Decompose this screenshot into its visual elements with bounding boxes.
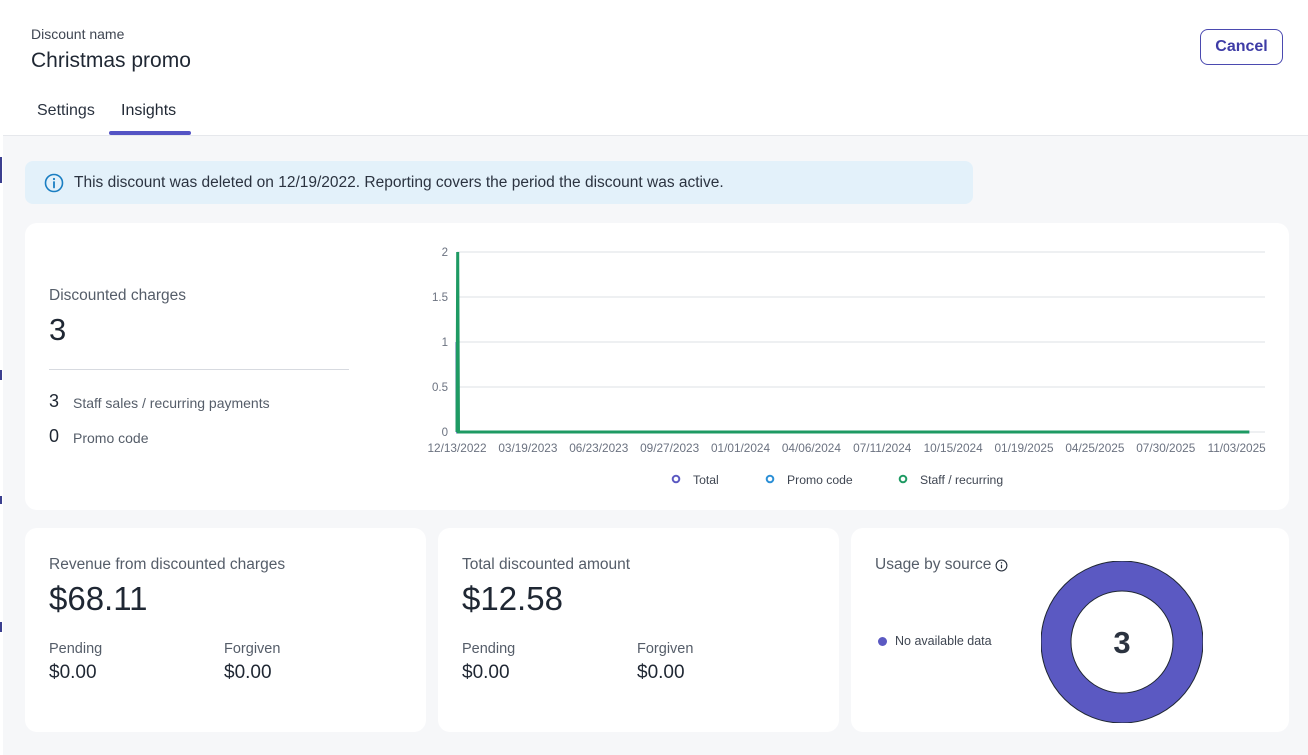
active-tab-indicator [109,131,191,135]
total-pending-label: Pending [462,641,516,657]
charges-over-time-chart: 0 0.5 1 1.5 2 12/13/2022 03/19/2023 06/23/2023 0… [427,247,1267,487]
legend-dot [878,637,887,646]
revenue-forgiven-label: Forgiven [224,641,281,657]
discount-name-label: Discount name [31,26,125,42]
x-tick-label: 04/06/2024 [782,441,841,455]
revenue-forgiven-value: $0.00 [224,662,272,683]
total-discounted-label: Total discounted amount [462,556,631,573]
tab-settings[interactable]: Settings [37,102,95,120]
edge-marker [0,496,2,504]
legend-marker [898,474,908,484]
y-tick-label: 1 [442,337,448,349]
legend-label: Promo code [787,473,853,487]
legend-marker [671,474,681,484]
discount-name: Christmas promo [31,49,191,72]
y-tick-label: 0 [442,427,448,439]
y-tick-label: 2 [442,247,448,259]
x-tick-label: 11/03/2025 [1208,441,1267,455]
y-tick-label: 1.5 [432,292,448,304]
legend-label: Staff / recurring [920,473,1003,487]
x-tick-label: 10/15/2024 [924,441,983,455]
y-tick-label: 0.5 [432,382,448,394]
total-pending-value: $0.00 [462,662,510,683]
total-forgiven-label: Forgiven [637,641,694,657]
donut-center-value: 3 [1113,625,1130,660]
x-tick-label: 07/11/2024 [853,441,912,455]
tab-insights[interactable]: Insights [121,102,176,120]
total-discounted-value: $12.58 [462,580,563,617]
notice-text: This discount was deleted on 12/19/2022.… [74,173,724,191]
revenue-pending-label: Pending [49,641,103,657]
usage-title-text: Usage by source [875,556,992,573]
usage-donut-chart: 3 [1041,561,1203,723]
total-forgiven-value: $0.00 [637,662,685,683]
usage-by-source-card: Usage by source No available data 3 [851,528,1289,732]
x-tick-label: 06/23/2023 [569,441,628,455]
edge-marker [0,622,2,632]
usage-title: Usage by source [875,556,1008,574]
x-tick-label: 01/19/2025 [994,441,1053,455]
info-icon [44,173,64,192]
discounted-charges-card: Discounted charges 3 3 Staff sales / rec… [25,223,1289,510]
x-tick-label: 01/01/2024 [711,441,770,455]
x-tick-label: 12/13/2022 [427,441,486,455]
cancel-button[interactable]: Cancel [1200,29,1283,65]
edge-marker [0,157,2,183]
revenue-pending-value: $0.00 [49,662,97,683]
edge-marker [0,370,2,380]
revenue-value: $68.11 [49,580,148,617]
legend-label: Total [693,473,719,487]
legend-label: No available data [895,634,992,648]
legend-marker [765,474,775,484]
revenue-label: Revenue from discounted charges [49,556,286,573]
deleted-notice: This discount was deleted on 12/19/2022.… [25,161,973,204]
discount-header: Discount name Christmas promo Cancel Set… [3,0,1308,136]
x-tick-label: 09/27/2023 [640,441,699,455]
x-tick-label: 04/25/2025 [1065,441,1124,455]
revenue-card: Revenue from discounted charges $68.11 P… [25,528,426,732]
info-icon[interactable] [995,559,1008,572]
x-tick-label: 07/30/2025 [1136,441,1195,455]
total-discounted-card: Total discounted amount $12.58 Pending $… [438,528,839,732]
x-tick-label: 03/19/2023 [498,441,557,455]
